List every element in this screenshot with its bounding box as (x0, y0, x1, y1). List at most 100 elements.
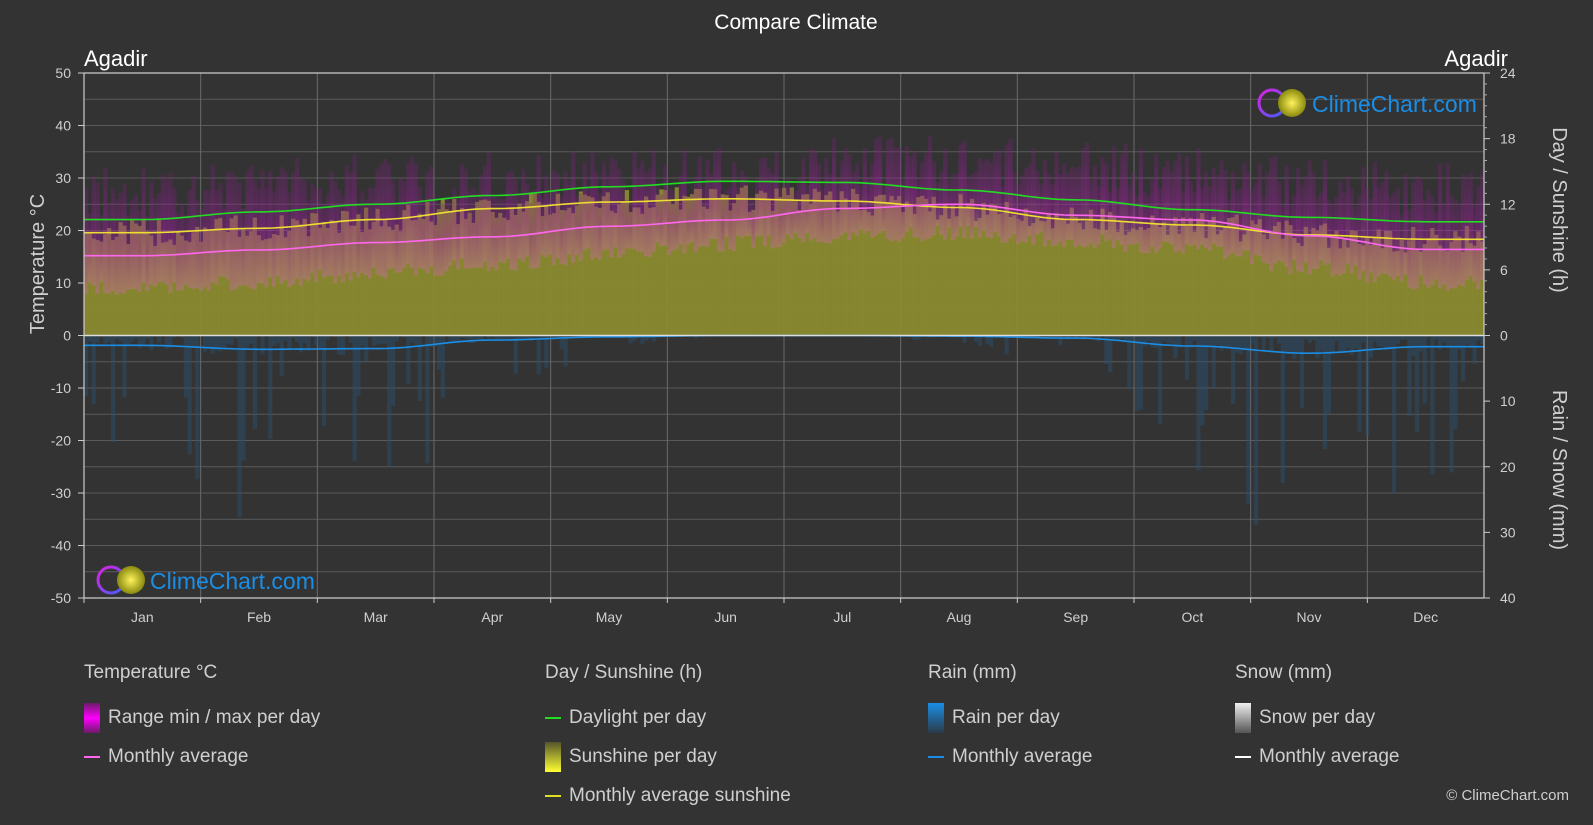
temperature-range-bar (1115, 188, 1121, 241)
month-label: Apr (481, 609, 503, 625)
rain-bar (1227, 335, 1232, 349)
temperature-range-bar (747, 196, 752, 236)
rain-bar (1242, 335, 1247, 350)
temperature-range-bar (1345, 175, 1351, 264)
temperature-range-bar (816, 163, 821, 243)
rain-bar (1261, 335, 1266, 351)
temperature-range-bar (989, 162, 994, 239)
rain-bar (1338, 335, 1343, 351)
temperature-range-bar (1180, 191, 1186, 254)
temperature-range-bar (1200, 186, 1205, 245)
rain-bar (110, 335, 116, 443)
temperature-range-bar (659, 194, 664, 247)
rain-bar (1284, 335, 1289, 352)
left-tick-label: -30 (51, 485, 71, 501)
left-tick-label: -40 (51, 538, 71, 554)
sunshine-swatch-icon (545, 741, 561, 772)
temperature-range-bar (897, 147, 902, 242)
line-swatch-icon (928, 755, 944, 758)
temperature-range-bar (1161, 166, 1167, 242)
temperature-range-bar (1123, 143, 1128, 252)
rain-bar (229, 335, 234, 345)
temperature-range-bar (701, 187, 706, 246)
rain-bar (1200, 335, 1205, 426)
temperature-range-bar (1414, 175, 1420, 289)
rain-bar (1253, 335, 1259, 525)
temperature-range-bar (958, 144, 963, 227)
temperature-range-bar (551, 170, 557, 265)
temperature-range-bar (387, 163, 392, 270)
rain-bar (1299, 335, 1305, 409)
temperature-range-bar (1395, 188, 1401, 277)
right-axis-label-top: Day / Sunshine (h) (1548, 127, 1570, 293)
temperature-range-bar (321, 203, 327, 278)
temperature-range-bar (889, 138, 894, 242)
temperature-range-bar (1460, 174, 1466, 287)
legend-item: Rain per day (928, 698, 1092, 737)
temperature-range-bar (870, 162, 875, 238)
temperature-range-bar (831, 137, 837, 240)
rain-bar (563, 335, 568, 367)
temperature-range-bar (141, 168, 146, 283)
temperature-range-bar (252, 179, 258, 290)
temperature-range-bar (222, 207, 227, 277)
right-bottom-tick-label: 10 (1500, 393, 1516, 409)
temperature-range-bar (751, 196, 756, 248)
temperature-range-bar (202, 189, 208, 288)
temperature-range-bar (463, 168, 468, 269)
temperature-range-bar (874, 138, 879, 236)
temperature-range-bar (1119, 153, 1124, 245)
legend-label: Daylight per day (569, 706, 707, 728)
rain-bar (1165, 335, 1170, 344)
month-label: Mar (364, 609, 388, 625)
temperature-range-bar (271, 191, 277, 287)
rain-bar (1238, 335, 1243, 355)
temperature-range-bar (563, 171, 568, 266)
temperature-range-bar (920, 162, 925, 242)
temperature-range-bar (808, 148, 814, 241)
watermark-text-bottom: ClimeChart.com (150, 568, 315, 594)
sunshine-bar (935, 219, 940, 336)
temperature-range-bar (732, 162, 737, 252)
temperature-range-bar (398, 178, 403, 273)
temperature-range-bar (87, 213, 93, 283)
month-label: Jul (833, 609, 851, 625)
legend-label: Monthly average (952, 745, 1093, 767)
temperature-range-bar (145, 216, 150, 292)
temperature-range-bar (670, 189, 676, 251)
logo-sun-icon (1278, 89, 1306, 117)
temperature-range-bar (1349, 189, 1354, 274)
temperature-range-bar (1388, 196, 1393, 277)
temperature-range-bar (333, 181, 338, 284)
rain-swatch-icon (928, 702, 944, 733)
temperature-range-bar (1472, 204, 1477, 282)
legend-title: Rain (mm) (928, 662, 1017, 683)
temperature-range-bar (187, 189, 192, 288)
temperature-range-bar (279, 166, 284, 284)
temperature-range-bar (210, 164, 215, 283)
temperature-range-bar (724, 189, 729, 237)
rain-bar (371, 335, 376, 346)
rain-bar (1437, 335, 1443, 350)
temperature-range-bar (126, 214, 131, 290)
rain-bar (1296, 335, 1301, 353)
rain-bar (210, 335, 215, 354)
temperature-range-bar (429, 166, 434, 267)
logo-sun-icon (117, 566, 145, 594)
line-swatch-icon (545, 716, 561, 719)
rain-bar (1453, 335, 1458, 430)
rain-bar (413, 335, 419, 345)
temperature-range-bar (1150, 178, 1155, 247)
temperature-range-bar (410, 156, 415, 268)
rain-bar (302, 335, 307, 344)
temperature-range-bar (690, 193, 695, 242)
temperature-range-bar (394, 204, 399, 273)
temperature-range-bar (256, 188, 261, 283)
rain-bar (1476, 335, 1481, 341)
temperature-range-bar (371, 187, 376, 268)
temperature-range-bar (674, 199, 679, 249)
temperature-range-bar (225, 171, 231, 280)
temperature-range-bar (1464, 177, 1470, 281)
sunshine-bar (973, 220, 979, 336)
temperature-range-bar (172, 187, 177, 283)
